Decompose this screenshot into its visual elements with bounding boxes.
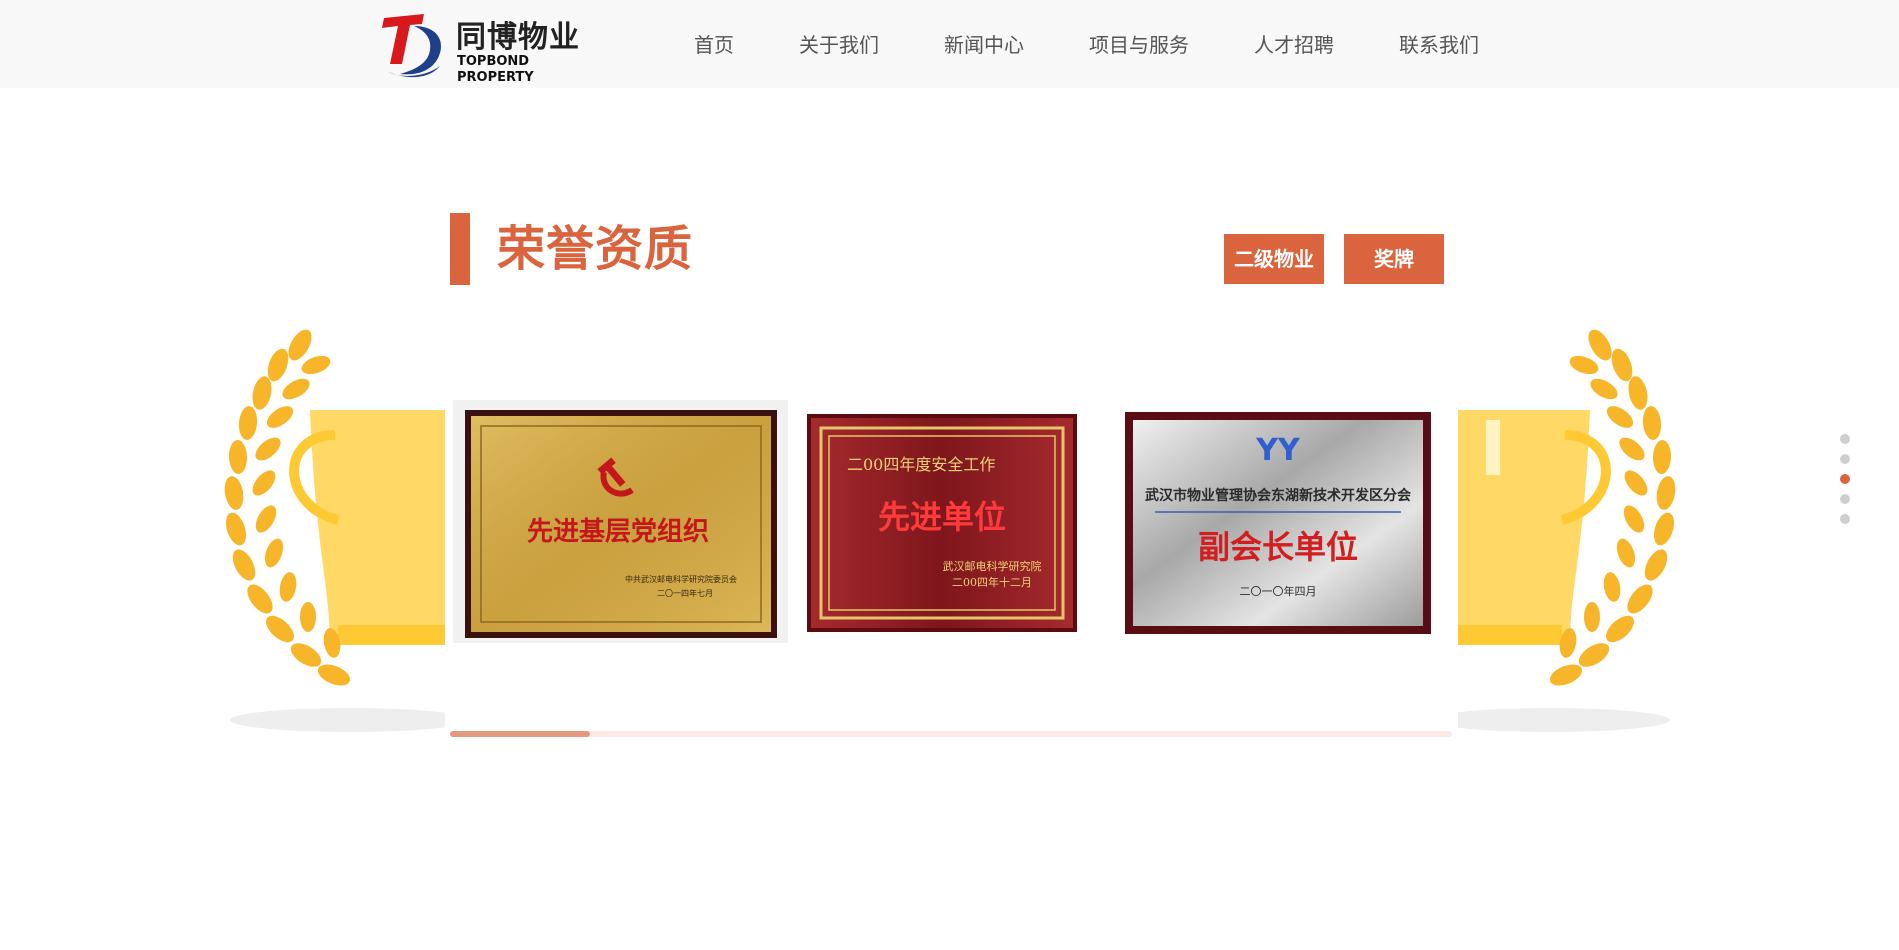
plaque-2-issuer: 武汉邮电科学研究院 xyxy=(943,559,1042,573)
page-dot-5[interactable] xyxy=(1840,514,1850,524)
nav-contact[interactable]: 联系我们 xyxy=(1399,31,1479,59)
page-dot-4[interactable] xyxy=(1840,494,1850,504)
nav-about[interactable]: 关于我们 xyxy=(799,31,879,59)
plaque-card[interactable]: 先进基层党组织 中共武汉邮电科学研究院委员会 二〇一四年七月 xyxy=(453,400,788,643)
site-header: 同博物业 TOPBOND PROPERTY 首页 关于我们 新闻中心 项目与服务… xyxy=(0,0,1899,88)
logo-name-cn: 同博物业 xyxy=(456,20,580,55)
section-title: 荣誉资质 xyxy=(497,221,694,277)
plaque-silver: YY 武汉市物业管理协会东湖新技术开发区分会 副会长单位 二〇一〇年四月 xyxy=(1125,412,1431,634)
site-logo[interactable]: 同博物业 TOPBOND PROPERTY xyxy=(380,12,590,85)
page-dot-1[interactable] xyxy=(1840,434,1850,444)
tab-medals[interactable]: 奖牌 xyxy=(1344,234,1444,284)
laurel-trophy-icon xyxy=(224,329,460,732)
slider-progress-fill[interactable] xyxy=(450,731,591,737)
plaque-1-title: 先进基层党组织 xyxy=(527,516,709,547)
logo-name-en: TOPBOND PROPERTY xyxy=(457,54,534,85)
plaque-2-date: 二00四年十二月 xyxy=(952,575,1032,589)
plaque-3-date: 二〇一〇年四月 xyxy=(1240,584,1317,598)
page-dot-3[interactable] xyxy=(1840,474,1850,484)
plaque-gold: 先进基层党组织 中共武汉邮电科学研究院委员会 二〇一四年七月 xyxy=(465,410,777,638)
section-accent-bar xyxy=(450,213,470,285)
plaque-card[interactable]: 二00四年度安全工作 先进单位 武汉邮电科学研究院 二00四年十二月 xyxy=(797,400,1122,643)
plaque-1-issuer: 中共武汉邮电科学研究院委员会 xyxy=(625,574,737,584)
nav-news[interactable]: 新闻中心 xyxy=(944,31,1024,59)
page-dots xyxy=(1840,434,1852,534)
laurel-trophy-icon xyxy=(1440,329,1676,732)
topbond-logo-icon xyxy=(382,14,441,78)
nav-home[interactable]: 首页 xyxy=(694,31,734,59)
nav-careers[interactable]: 人才招聘 xyxy=(1254,31,1334,59)
plaque-3-title: 副会长单位 xyxy=(1198,528,1358,566)
honors-slider[interactable]: 先进基层党组织 中共武汉邮电科学研究院委员会 二〇一四年七月 二00四年度安全工… xyxy=(445,320,1458,740)
plaque-1-date: 二〇一四年七月 xyxy=(657,588,713,598)
plaque-3-org-logo: YY xyxy=(1255,433,1301,468)
plaque-card[interactable]: YY 武汉市物业管理协会东湖新技术开发区分会 副会长单位 二〇一〇年四月 xyxy=(1113,400,1453,643)
slider-progress-track[interactable] xyxy=(450,731,1452,737)
main-nav: 首页 关于我们 新闻中心 项目与服务 人才招聘 联系我们 xyxy=(694,31,1479,59)
plaque-3-heading: 武汉市物业管理协会东湖新技术开发区分会 xyxy=(1145,487,1412,504)
plaque-red: 二00四年度安全工作 先进单位 武汉邮电科学研究院 二00四年十二月 xyxy=(807,414,1077,632)
page-dot-2[interactable] xyxy=(1840,454,1850,464)
plaque-2-title: 先进单位 xyxy=(878,498,1006,536)
plaque-2-heading: 二00四年度安全工作 xyxy=(847,455,995,474)
tab-level2-property[interactable]: 二级物业 xyxy=(1224,234,1324,284)
nav-services[interactable]: 项目与服务 xyxy=(1089,31,1189,59)
